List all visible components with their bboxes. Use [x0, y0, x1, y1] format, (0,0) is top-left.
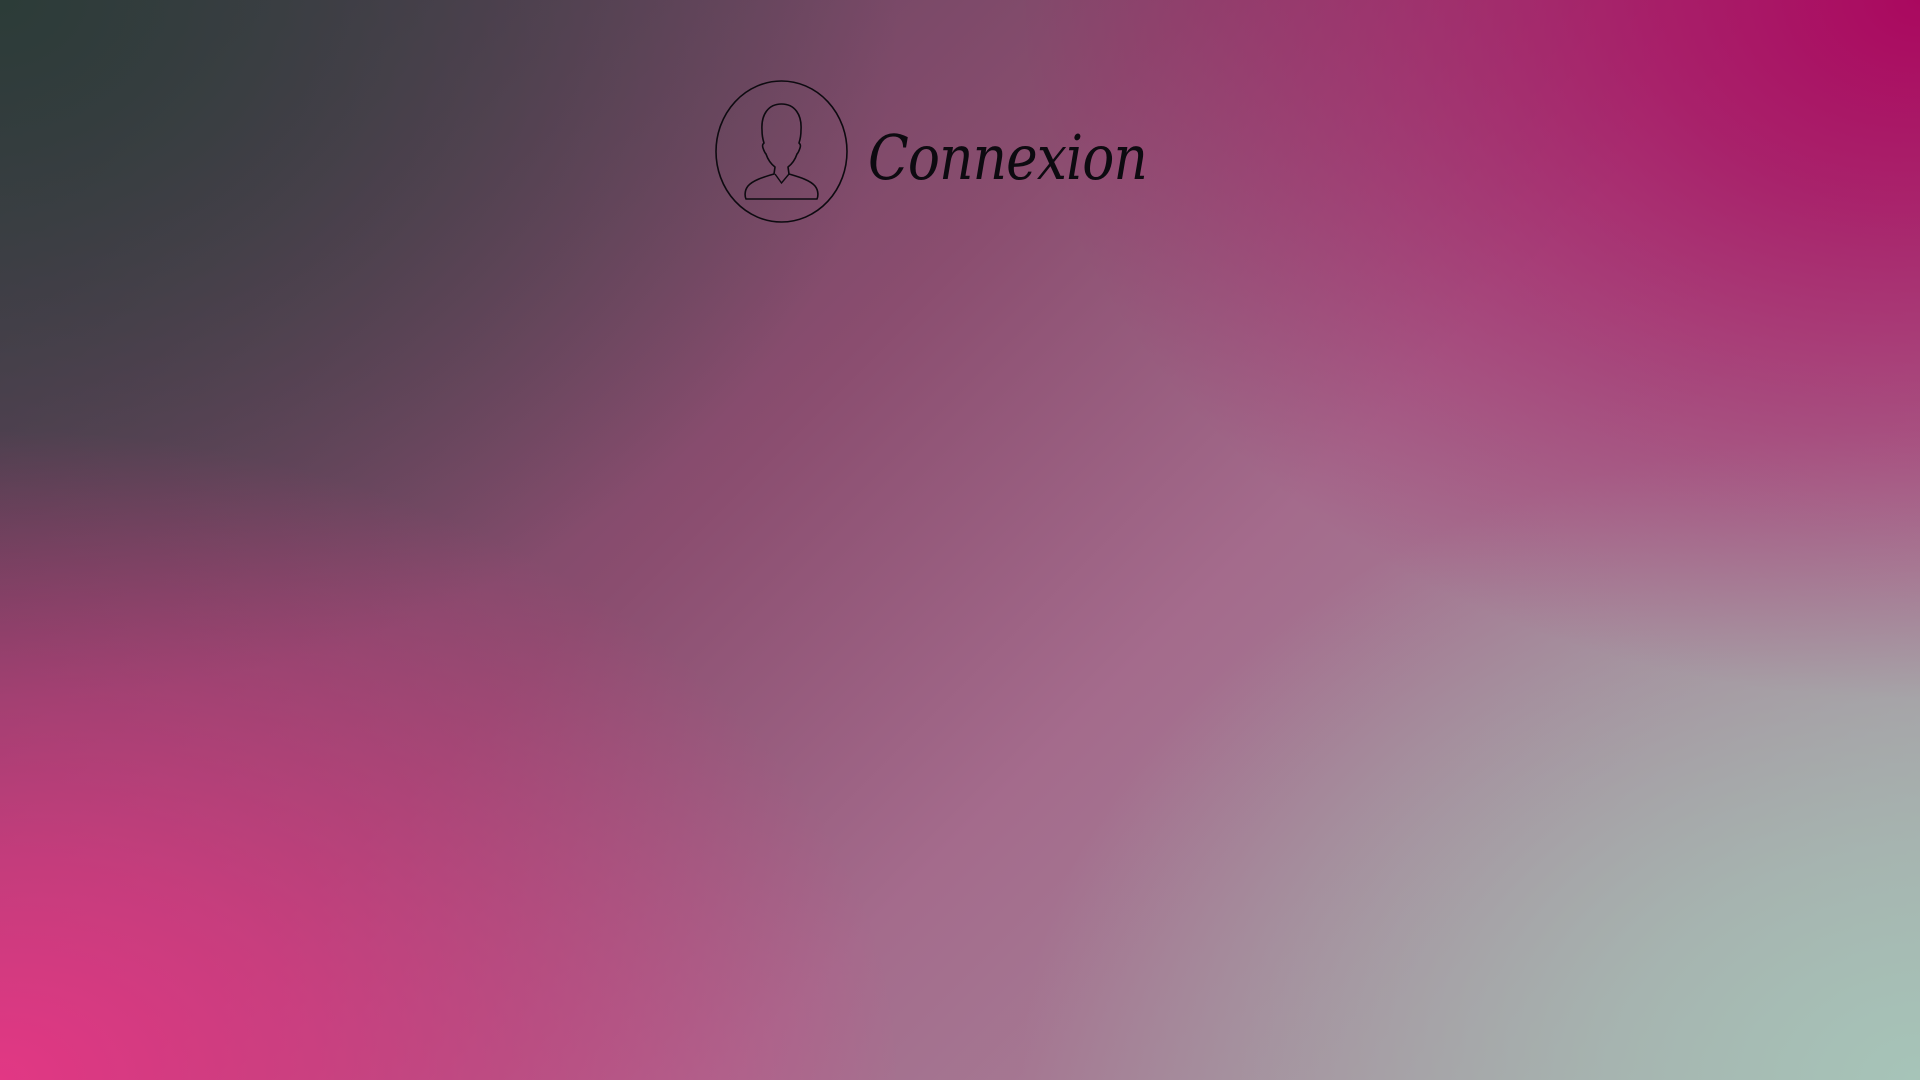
- login-header: Connexion: [715, 80, 1192, 223]
- user-circle-icon: [715, 80, 848, 223]
- page-title: Connexion: [868, 121, 1148, 194]
